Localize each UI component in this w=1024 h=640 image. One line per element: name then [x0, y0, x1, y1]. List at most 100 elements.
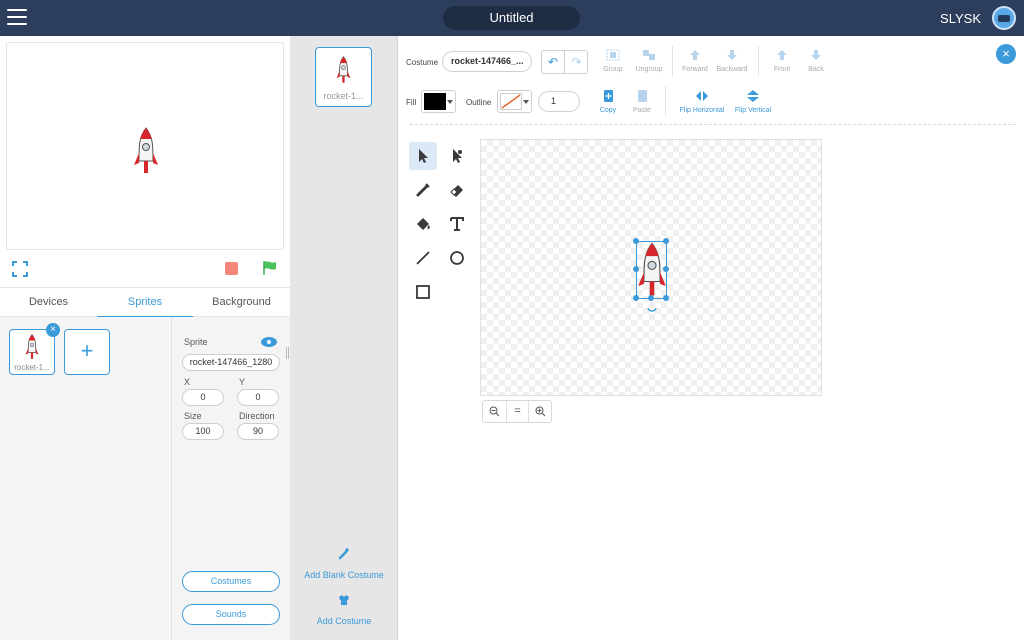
- x-field[interactable]: 0: [182, 389, 224, 406]
- hamburger-menu-icon[interactable]: [7, 9, 27, 27]
- eraser-tool[interactable]: [443, 176, 471, 204]
- forward-button[interactable]: Forward: [679, 49, 711, 73]
- eye-icon[interactable]: [261, 337, 277, 347]
- copy-icon: [604, 90, 613, 102]
- tab-sprites[interactable]: Sprites: [97, 288, 193, 318]
- sprite-list: rocket-1... × +: [0, 317, 171, 640]
- paint-bucket-icon: [417, 218, 430, 230]
- copy-button[interactable]: Copy: [594, 90, 622, 114]
- resize-handle[interactable]: [663, 238, 669, 244]
- arrow-down-icon: [727, 50, 737, 60]
- undo-icon[interactable]: ↶: [542, 51, 565, 73]
- top-bar: Untitled SLYSK: [0, 0, 1024, 36]
- costume-label: Costume: [406, 58, 439, 67]
- user-name[interactable]: SLYSK: [940, 11, 981, 26]
- rotate-handle-icon[interactable]: [647, 307, 657, 313]
- stop-icon[interactable]: [225, 262, 238, 275]
- backward-button[interactable]: Backward: [714, 49, 750, 73]
- ungroup-button[interactable]: Ungroup: [632, 49, 666, 73]
- costume-list: rocket-1... Add Blank Costume Add Costum…: [290, 36, 398, 640]
- reshape-tool[interactable]: [443, 142, 471, 170]
- sounds-button[interactable]: Sounds: [182, 604, 280, 625]
- y-field[interactable]: 0: [237, 389, 279, 406]
- robot-icon[interactable]: [992, 6, 1016, 30]
- flip-horizontal-label: Flip Horizontal: [679, 107, 725, 114]
- fill-tool[interactable]: [409, 210, 437, 238]
- resize-handle[interactable]: [663, 266, 669, 272]
- line-tool[interactable]: [409, 244, 437, 272]
- flip-vertical-button[interactable]: Flip Vertical: [731, 90, 775, 114]
- circle-icon: [450, 251, 464, 265]
- zoom-reset-button[interactable]: =: [506, 401, 529, 422]
- fill-color-picker[interactable]: [421, 90, 456, 113]
- project-title[interactable]: Untitled: [443, 6, 580, 30]
- costume-plus-icon: [339, 595, 349, 605]
- costume-name-field[interactable]: rocket-147466_...: [442, 51, 532, 72]
- fullscreen-icon[interactable]: [12, 261, 28, 277]
- line-icon: [416, 251, 430, 265]
- direction-label: Direction: [239, 411, 275, 421]
- costume-editor: Costume rocket-147466_... ↶ ↷ Group Ungr…: [398, 36, 1024, 640]
- text-tool[interactable]: [443, 210, 471, 238]
- green-flag-icon[interactable]: [262, 260, 278, 276]
- costume-item-rocket[interactable]: rocket-1...: [315, 47, 372, 107]
- outline-width-field[interactable]: 1: [538, 91, 580, 112]
- rectangle-tool[interactable]: [409, 278, 437, 306]
- paste-icon: [638, 90, 647, 102]
- flip-horizontal-icon: [696, 91, 708, 101]
- add-costume-button[interactable]: Add Costume: [290, 593, 398, 626]
- zoom-out-icon[interactable]: [483, 401, 506, 422]
- undo-redo-group: ↶ ↷: [541, 50, 588, 74]
- resize-handle[interactable]: [633, 266, 639, 272]
- copy-label: Copy: [599, 107, 617, 114]
- drawing-canvas[interactable]: [480, 139, 822, 396]
- sprite-name-field[interactable]: rocket-147466_1280: [182, 354, 280, 371]
- ellipse-tool[interactable]: [443, 244, 471, 272]
- arrow-bottom-icon: [811, 50, 821, 60]
- costume-item-label: rocket-1...: [323, 91, 364, 101]
- sprite-item-rocket[interactable]: rocket-1...: [9, 329, 55, 375]
- back-button[interactable]: Back: [803, 49, 829, 73]
- stage[interactable]: [6, 42, 284, 250]
- select-tool[interactable]: [409, 142, 437, 170]
- paste-button[interactable]: Paste: [628, 90, 656, 114]
- separator: [665, 86, 666, 116]
- resize-handle[interactable]: [286, 347, 289, 359]
- add-blank-costume-button[interactable]: Add Blank Costume: [290, 547, 398, 580]
- group-button[interactable]: Group: [600, 49, 626, 73]
- sprite-label: Sprite: [184, 337, 208, 347]
- front-button[interactable]: Front: [769, 49, 795, 73]
- resize-handle[interactable]: [663, 295, 669, 301]
- add-costume-label: Add Costume: [316, 616, 372, 626]
- flip-horizontal-button[interactable]: Flip Horizontal: [676, 90, 728, 114]
- brush-plus-icon: [338, 548, 349, 560]
- sprite-properties: Sprite rocket-147466_1280 X Y 0 0 Size D…: [171, 317, 290, 640]
- resize-handle[interactable]: [633, 238, 639, 244]
- close-icon[interactable]: ×: [46, 323, 60, 337]
- close-icon[interactable]: ×: [996, 44, 1016, 64]
- forward-label: Forward: [682, 66, 708, 73]
- rocket-sprite[interactable]: [133, 127, 159, 175]
- costumes-button[interactable]: Costumes: [182, 571, 280, 592]
- fill-label: Fill: [406, 98, 417, 107]
- divider: [410, 124, 1016, 125]
- tab-background[interactable]: Background: [193, 288, 290, 318]
- direction-field[interactable]: 90: [237, 423, 279, 440]
- tab-devices[interactable]: Devices: [0, 288, 97, 318]
- resize-handle[interactable]: [648, 295, 654, 301]
- zoom-in-icon[interactable]: [529, 401, 552, 422]
- ungroup-icon: [643, 50, 655, 60]
- redo-icon[interactable]: ↷: [565, 51, 588, 73]
- backward-label: Backward: [716, 66, 748, 73]
- separator: [758, 46, 759, 76]
- outline-color-picker[interactable]: [497, 90, 532, 113]
- resize-handle[interactable]: [633, 295, 639, 301]
- add-sprite-button[interactable]: +: [64, 329, 110, 375]
- brush-tool[interactable]: [409, 176, 437, 204]
- square-icon: [416, 285, 430, 299]
- size-field[interactable]: 100: [182, 423, 224, 440]
- group-icon: [606, 49, 620, 61]
- reshape-cursor-icon: [453, 149, 462, 163]
- paste-label: Paste: [633, 107, 651, 114]
- brush-icon: [416, 183, 430, 197]
